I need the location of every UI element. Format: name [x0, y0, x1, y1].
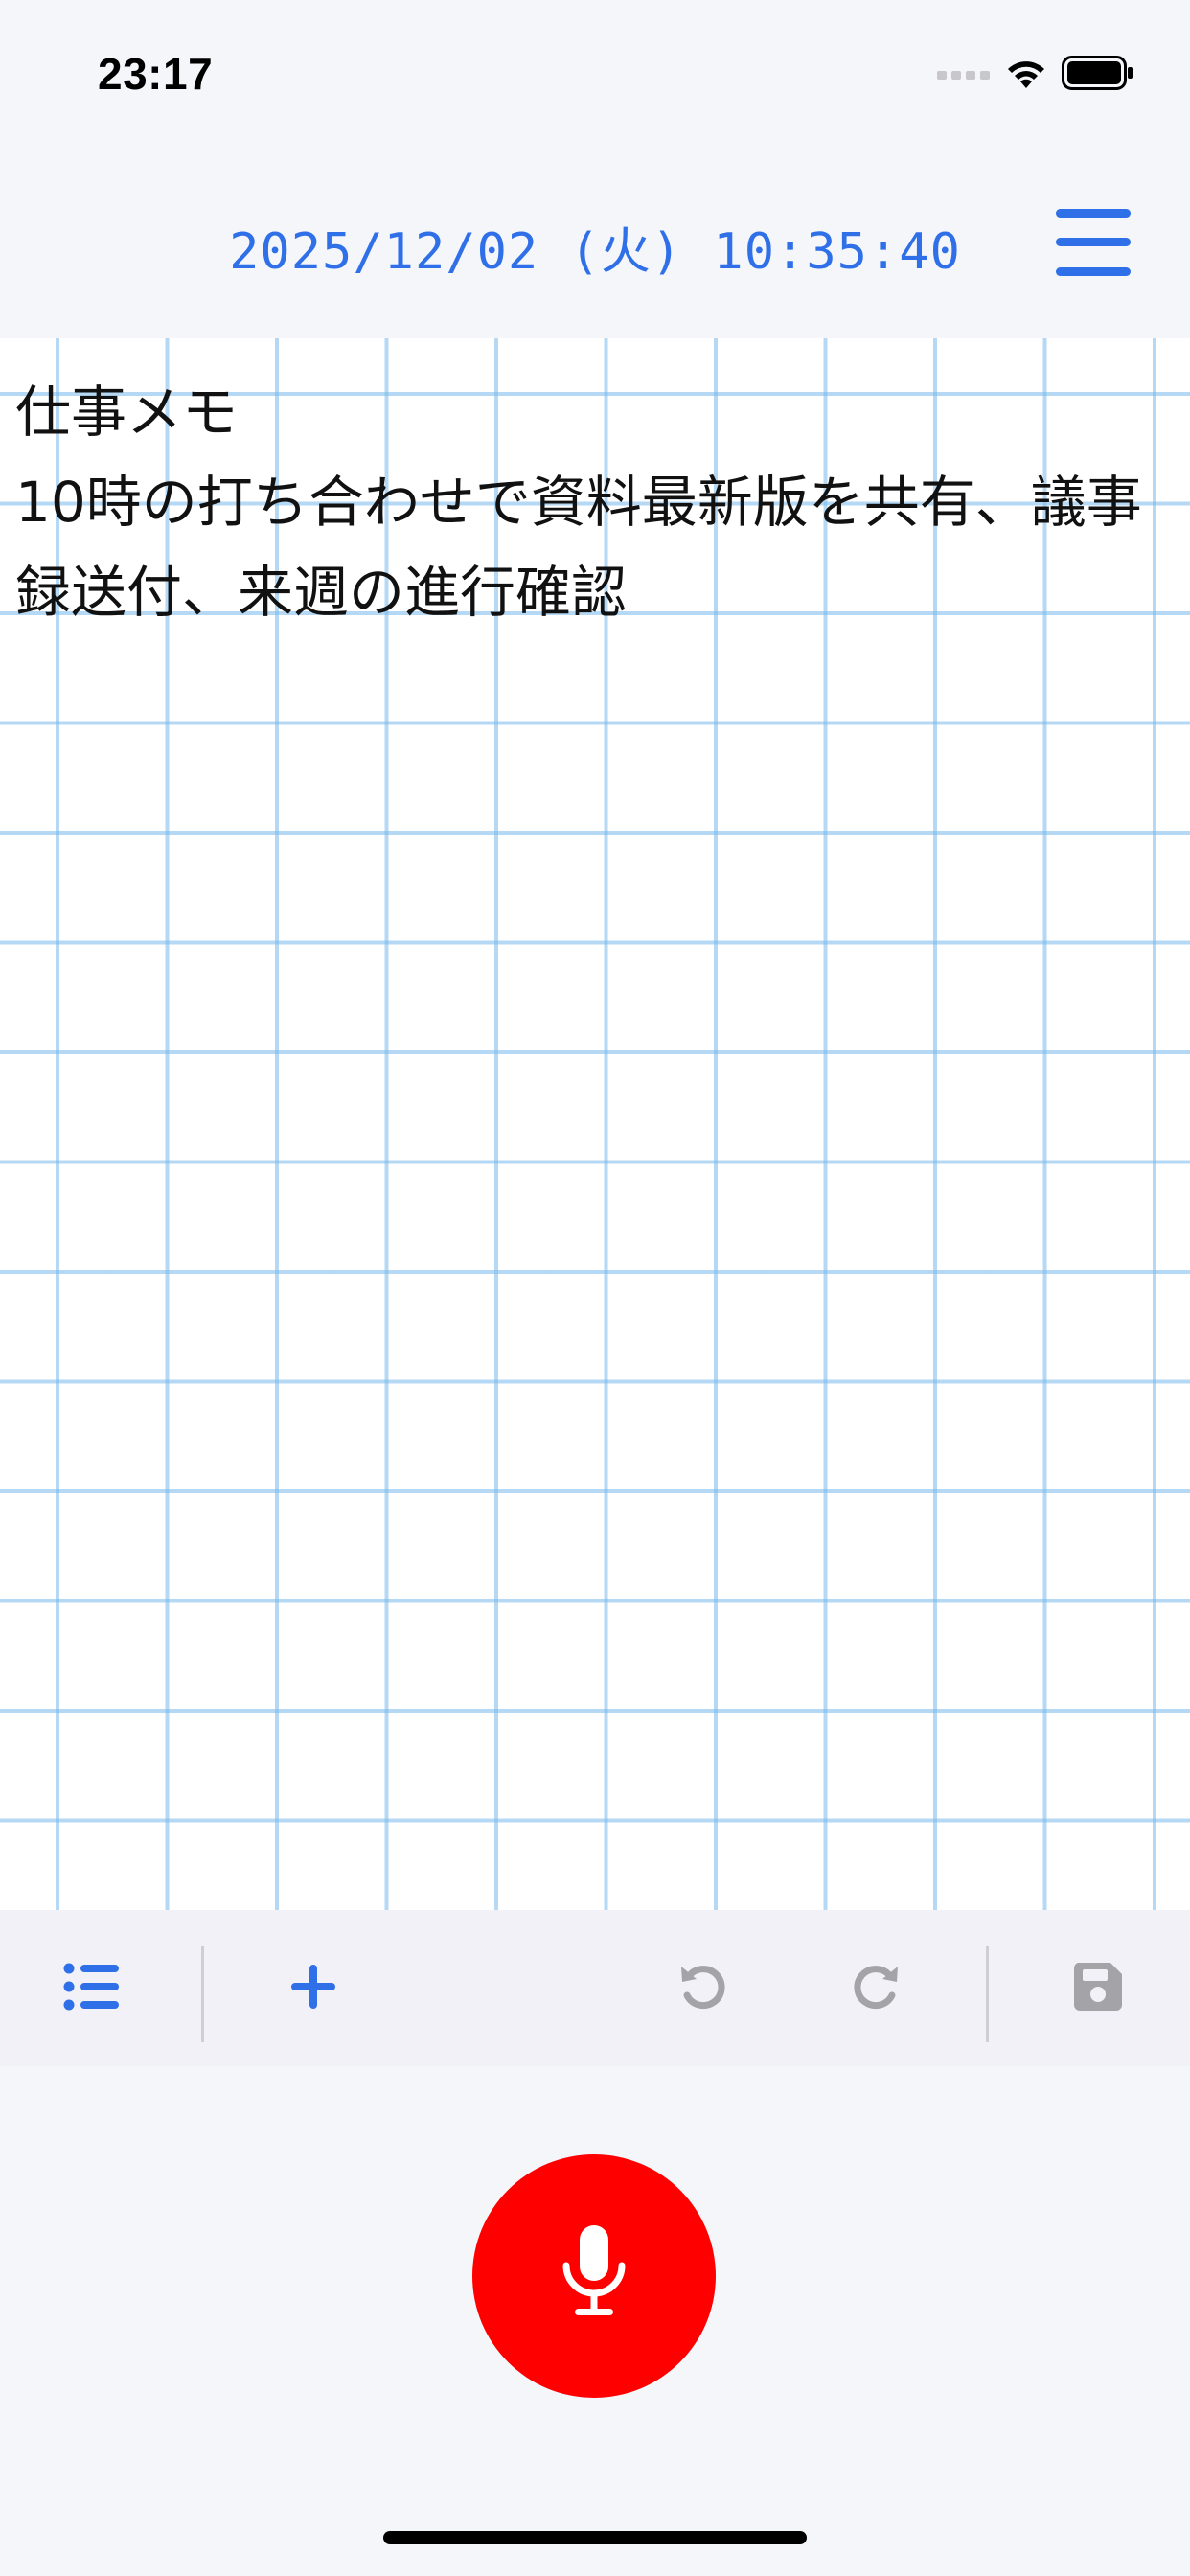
- toolbar-divider: [986, 1946, 989, 2042]
- cellular-signal-icon: [937, 66, 991, 84]
- battery-icon: [1062, 56, 1134, 94]
- save-icon: [1072, 1961, 1124, 2016]
- header: 2025/12/02 (火) 10:35:40: [0, 144, 1190, 338]
- undo-icon: [675, 1959, 731, 2018]
- redo-icon: [848, 1959, 904, 2018]
- menu-button[interactable]: [1056, 209, 1131, 276]
- plus-icon: [289, 1963, 337, 2014]
- status-time: 23:17: [98, 49, 214, 99]
- wifi-icon: [1004, 57, 1048, 93]
- status-icons: [937, 56, 1134, 94]
- save-button[interactable]: [1058, 1948, 1138, 2029]
- redo-button[interactable]: [835, 1948, 916, 2029]
- list-icon: [63, 1962, 121, 2015]
- voice-input-button[interactable]: [472, 2154, 716, 2398]
- home-indicator: [383, 2531, 807, 2544]
- status-bar: 23:17: [0, 0, 1190, 144]
- toolbar-divider: [201, 1946, 204, 2042]
- note-editor[interactable]: 仕事メモ 10時の打ち合わせで資料最新版を共有、議事録送付、来週の進行確認: [0, 338, 1190, 1910]
- add-button[interactable]: [273, 1948, 354, 2029]
- toolbar: [0, 1910, 1190, 2066]
- note-text[interactable]: 仕事メモ 10時の打ち合わせで資料最新版を共有、議事録送付、来週の進行確認: [15, 367, 1184, 637]
- list-button[interactable]: [52, 1948, 132, 2029]
- microphone-icon: [560, 2223, 629, 2329]
- undo-button[interactable]: [663, 1948, 744, 2029]
- header-datetime: 2025/12/02 (火) 10:35:40: [229, 223, 961, 281]
